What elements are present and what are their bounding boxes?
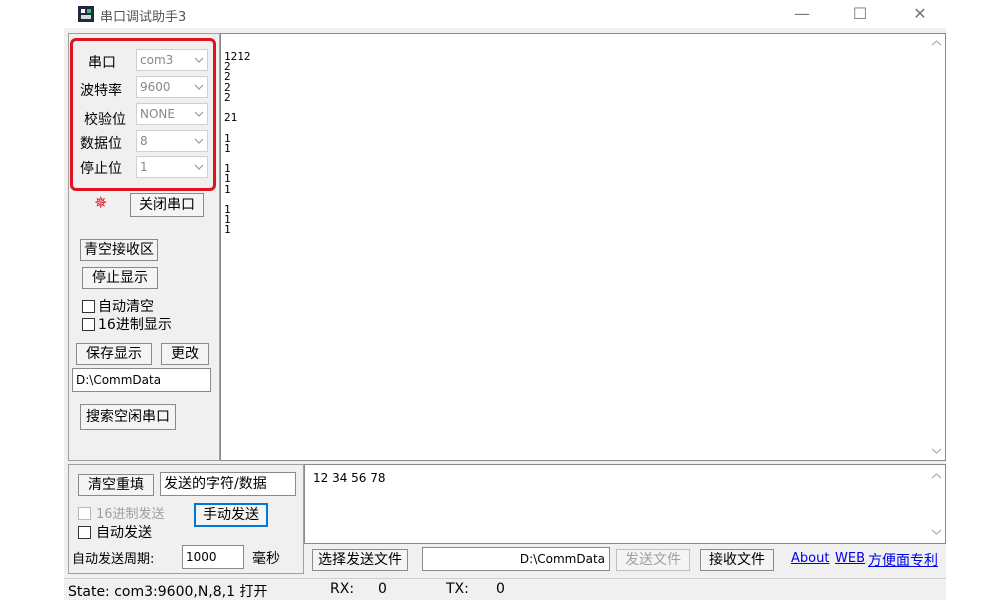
rx-label: RX: xyxy=(330,581,355,597)
close-port-button[interactable]: 关闭串口 xyxy=(130,193,204,217)
close-window-button[interactable]: ✕ xyxy=(900,2,940,26)
select-file-button[interactable]: 选择发送文件 xyxy=(312,549,408,571)
parity-select[interactable]: NONE xyxy=(136,103,208,125)
search-ports-button[interactable]: 搜索空闲串口 xyxy=(80,404,176,430)
port-select[interactable]: com3 xyxy=(136,49,208,71)
chevron-down-icon xyxy=(194,84,204,90)
status-bar: State: com3:9600,N,8,1 打开 RX: 0 TX: 0 xyxy=(64,578,946,600)
file-path-input[interactable]: D:\CommData xyxy=(422,547,610,571)
ms-label: 毫秒 xyxy=(252,551,280,567)
receive-scrollbar[interactable] xyxy=(928,34,945,460)
stopbits-label: 停止位 xyxy=(80,161,122,177)
port-label: 串口 xyxy=(88,55,116,71)
send-text: 12 34 56 78 xyxy=(313,471,386,485)
baud-value: 9600 xyxy=(140,80,171,94)
databits-value: 8 xyxy=(140,134,148,148)
hex-display-checkbox[interactable] xyxy=(82,318,95,331)
receive-file-button[interactable]: 接收文件 xyxy=(700,549,774,571)
stopbits-select[interactable]: 1 xyxy=(136,156,208,178)
parity-label: 校验位 xyxy=(84,112,126,128)
parity-value: NONE xyxy=(140,107,175,121)
send-textbox[interactable]: 12 34 56 78 xyxy=(304,464,946,544)
databits-select[interactable]: 8 xyxy=(136,130,208,152)
send-type-field[interactable]: 发送的字符/数据 xyxy=(160,472,296,496)
hex-send-checkbox[interactable] xyxy=(78,507,91,520)
patent-link[interactable]: 方便面专利 xyxy=(868,550,938,570)
tx-label: TX: xyxy=(446,581,469,597)
baud-label: 波特率 xyxy=(80,83,122,99)
change-path-button[interactable]: 更改 xyxy=(161,343,209,365)
app-icon xyxy=(78,6,94,22)
chevron-down-icon xyxy=(194,138,204,144)
auto-send-checkbox[interactable] xyxy=(78,526,91,539)
stop-display-button[interactable]: 停止显示 xyxy=(82,267,158,289)
auto-period-input[interactable]: 1000 xyxy=(182,545,244,569)
stopbits-value: 1 xyxy=(140,160,148,174)
minimize-button[interactable]: — xyxy=(782,2,822,26)
save-display-button[interactable]: 保存显示 xyxy=(76,343,152,365)
tx-value: 0 xyxy=(496,581,505,597)
scroll-down-icon[interactable] xyxy=(931,526,942,537)
chevron-down-icon xyxy=(194,57,204,63)
auto-clear-checkbox[interactable] xyxy=(82,300,95,313)
receive-text: 1212 2 2 2 2 21 1 1 1 1 1 1 1 1 xyxy=(224,50,251,237)
app-window: 串口调试助手3 — ☐ ✕ 串口 com3 波特率 9600 校验位 NONE … xyxy=(64,0,946,600)
send-file-button[interactable]: 发送文件 xyxy=(616,549,690,571)
hex-send-label: 16进制发送 xyxy=(96,507,165,522)
maximize-button[interactable]: ☐ xyxy=(840,2,880,26)
about-link[interactable]: About xyxy=(791,551,829,566)
auto-send-label: 自动发送 xyxy=(96,525,152,541)
status-state: State: com3:9600,N,8,1 打开 xyxy=(68,584,268,600)
scroll-up-icon[interactable] xyxy=(931,471,942,482)
auto-period-label: 自动发送周期: xyxy=(72,552,155,567)
send-scrollbar[interactable] xyxy=(928,465,945,543)
rx-value: 0 xyxy=(378,581,387,597)
port-status-indicator-icon: ✵ xyxy=(94,193,108,212)
databits-label: 数据位 xyxy=(80,136,122,152)
clear-receive-button[interactable]: 青空接收区 xyxy=(80,239,158,261)
chevron-down-icon xyxy=(194,111,204,117)
chevron-down-icon xyxy=(194,164,204,170)
title-bar: 串口调试助手3 — ☐ ✕ xyxy=(64,0,946,28)
hex-display-label: 16进制显示 xyxy=(98,317,172,333)
web-link[interactable]: WEB xyxy=(835,551,865,566)
clear-refill-button[interactable]: 清空重填 xyxy=(78,474,154,496)
receive-area[interactable]: 1212 2 2 2 2 21 1 1 1 1 1 1 1 1 xyxy=(220,33,946,461)
scroll-up-icon[interactable] xyxy=(931,38,942,49)
baud-select[interactable]: 9600 xyxy=(136,76,208,98)
window-title: 串口调试助手3 xyxy=(100,10,187,25)
auto-clear-label: 自动清空 xyxy=(98,299,154,315)
port-value: com3 xyxy=(140,53,174,67)
manual-send-button[interactable]: 手动发送 xyxy=(194,503,268,527)
save-path-input[interactable]: D:\CommData xyxy=(72,368,211,392)
scroll-down-icon[interactable] xyxy=(931,445,942,456)
